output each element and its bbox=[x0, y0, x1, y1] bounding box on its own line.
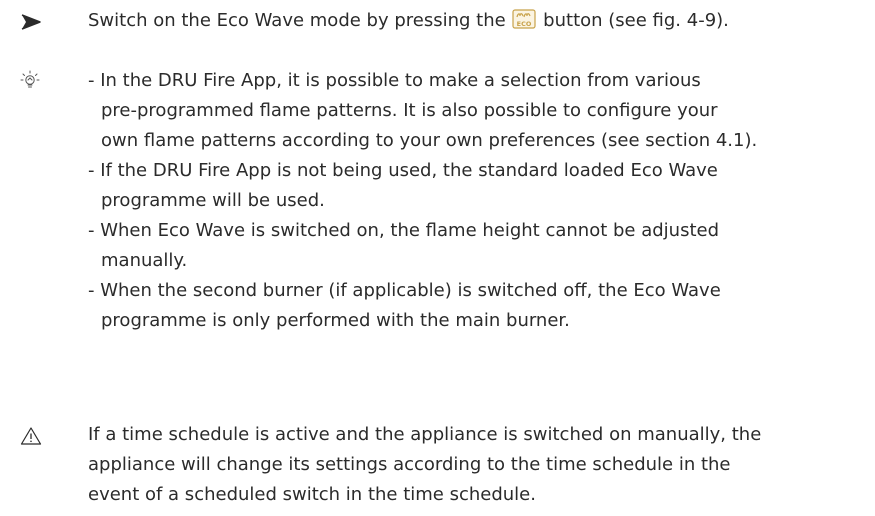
step-text-after: button (see fig. 4-9). bbox=[543, 10, 729, 31]
tip-line: programme will be used. bbox=[101, 190, 325, 211]
tip-bullet: - In the DRU Fire App, it is possible to… bbox=[88, 66, 858, 156]
tip-line: - When the second burner (if applicable)… bbox=[88, 280, 721, 301]
svg-text:ECO: ECO bbox=[517, 20, 532, 28]
step-text: Switch on the Eco Wave mode by pressing … bbox=[88, 6, 858, 39]
tip-line: pre-programmed flame patterns. It is als… bbox=[101, 100, 718, 121]
eco-wave-button-icon: ECO bbox=[512, 9, 537, 39]
tip-line: - If the DRU Fire App is not being used,… bbox=[88, 160, 718, 181]
tip-line: - When Eco Wave is switched on, the flam… bbox=[88, 220, 720, 241]
warning-text: If a time schedule is active and the app… bbox=[88, 420, 858, 510]
tip-bullet: - When the second burner (if applicable)… bbox=[88, 276, 858, 336]
warning-line: event of a scheduled switch in the time … bbox=[88, 484, 536, 505]
tip-line: own flame patterns according to your own… bbox=[101, 130, 758, 151]
lightbulb-tip-icon bbox=[20, 69, 44, 93]
warning-triangle-icon bbox=[20, 424, 44, 448]
tip-line: - In the DRU Fire App, it is possible to… bbox=[88, 70, 701, 91]
warning-line: appliance will change its settings accor… bbox=[88, 454, 731, 475]
tip-bullet: - When Eco Wave is switched on, the flam… bbox=[88, 216, 858, 276]
step-text-before: Switch on the Eco Wave mode by pressing … bbox=[88, 10, 506, 31]
tip-line: manually. bbox=[101, 250, 188, 271]
tip-text: - In the DRU Fire App, it is possible to… bbox=[88, 66, 858, 336]
tip-line: programme is only performed with the mai… bbox=[101, 310, 570, 331]
arrowhead-bullet-icon bbox=[20, 10, 44, 34]
warning-line: If a time schedule is active and the app… bbox=[88, 424, 762, 445]
tip-bullet: - If the DRU Fire App is not being used,… bbox=[88, 156, 858, 216]
